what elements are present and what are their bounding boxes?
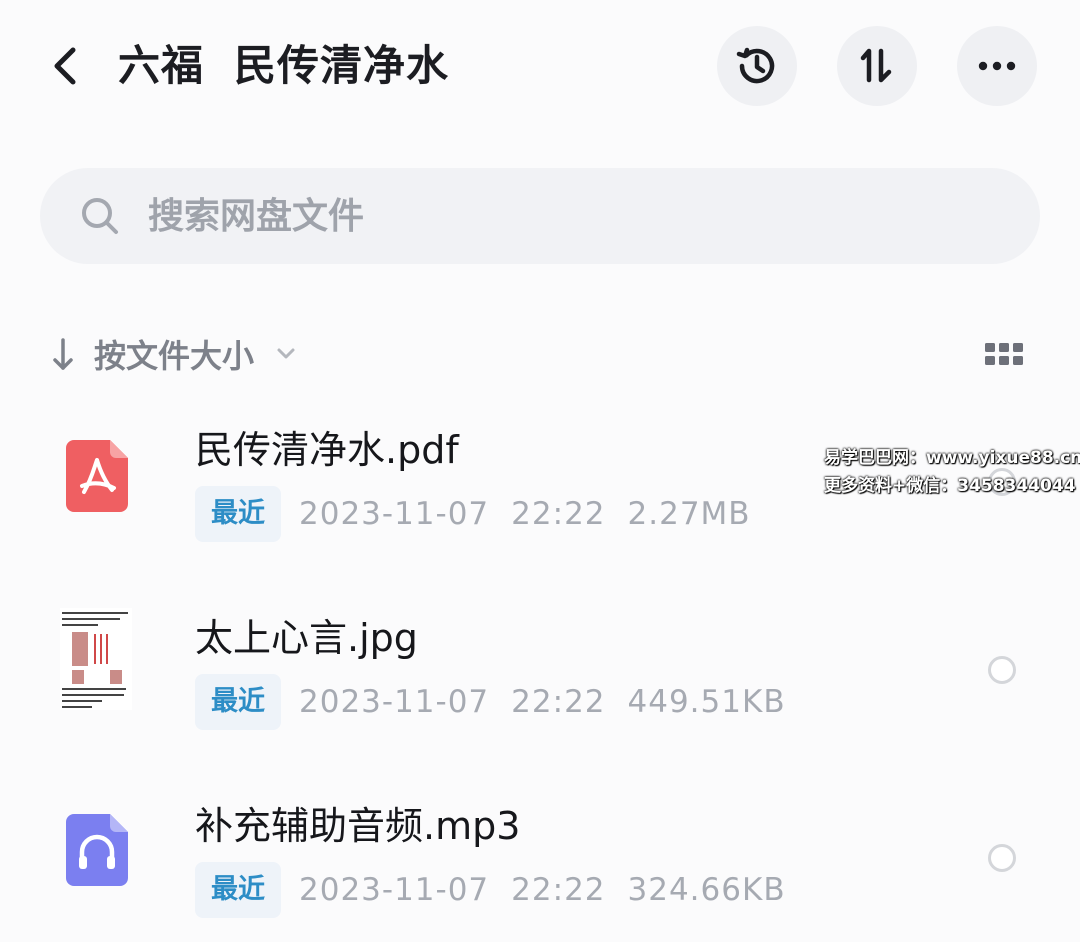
audio-file-icon [66,814,128,886]
watermark-line-1: 易学巴巴网：www.yixue88.cn [824,448,1080,468]
search-input[interactable] [148,188,998,244]
file-meta: 最近 2023-11-07 22:22 449.51KB [195,674,786,730]
title-part-1: 六福 [118,41,205,90]
file-name: 太上心言.jpg [195,616,418,660]
watermark-line-2: 更多资料+微信：3458344044 [824,476,1076,496]
chevron-down-icon [277,348,295,359]
sort-selector[interactable]: 按文件大小 [50,326,296,382]
file-date: 2023-11-07 [299,496,490,532]
sort-arrows-icon [860,48,892,83]
recent-badge: 最近 [195,862,281,918]
file-date: 2023-11-07 [299,872,490,908]
recent-badge: 最近 [195,486,281,542]
file-meta: 最近 2023-11-07 22:22 324.66KB [195,862,786,918]
file-time: 22:22 [511,496,606,532]
title-part-2: 民传清净水 [234,41,450,90]
grid-view-icon[interactable] [985,343,1023,365]
more-horizontal-icon [978,61,1016,71]
back-arrow-icon [54,47,76,85]
file-name: 民传清净水.pdf [195,428,459,472]
file-size: 2.27MB [627,496,751,532]
image-thumbnail [60,608,132,710]
file-size: 324.66KB [627,872,786,908]
file-time: 22:22 [511,872,606,908]
back-button[interactable] [40,40,92,92]
list-item[interactable]: 补充辅助音频.mp3 最近 2023-11-07 22:22 324.66KB [0,796,1080,942]
file-name: 补充辅助音频.mp3 [195,804,521,848]
watermark: 易学巴巴网：www.yixue88.cn 更多资料+微信：3458344044 [824,444,1080,500]
list-item[interactable]: 太上心言.jpg 最近 2023-11-07 22:22 449.51KB [0,608,1080,768]
history-button[interactable] [717,26,797,106]
file-list-screen: 六福民传清净水 按文件大小 [0,0,1080,942]
search-bar[interactable] [40,168,1040,264]
sort-button[interactable] [837,26,917,106]
sort-label: 按文件大小 [94,337,255,375]
file-meta: 最近 2023-11-07 22:22 2.27MB [195,486,751,542]
page-title: 六福 民传清净水 [118,36,449,96]
file-date: 2023-11-07 [299,684,490,720]
select-radio[interactable] [988,844,1016,872]
file-size: 449.51KB [627,684,786,720]
pdf-file-icon [66,440,128,512]
recent-badge: 最近 [195,674,281,730]
sort-down-arrow-icon [53,338,73,370]
history-icon [736,47,775,84]
more-button[interactable] [957,26,1037,106]
select-radio[interactable] [988,656,1016,684]
search-icon [82,198,118,234]
file-time: 22:22 [511,684,606,720]
